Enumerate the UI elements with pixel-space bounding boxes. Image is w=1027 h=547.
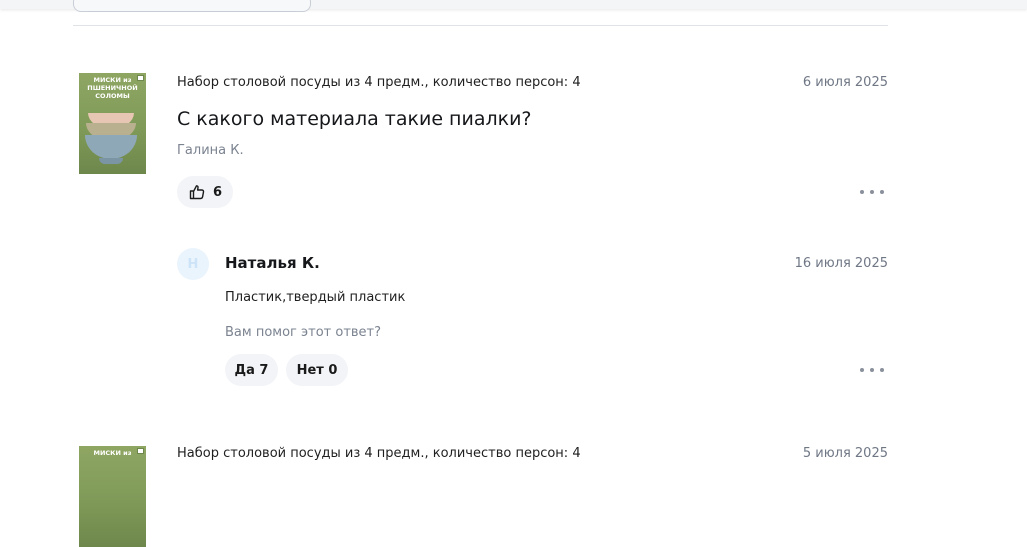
thumbnail-caption: МИСКИ из ПШЕНИЧНОЙ СОЛОМЫ bbox=[87, 76, 138, 100]
answer-author: Наталья К. bbox=[225, 254, 320, 272]
product-name-link[interactable]: Набор столовой посуды из 4 предм., колич… bbox=[177, 446, 581, 461]
answer-text: Пластик,твердый пластик bbox=[225, 290, 406, 305]
product-thumbnail[interactable]: МИСКИ из ПШЕНИЧНОЙ СОЛОМЫ bbox=[79, 73, 146, 174]
like-count: 6 bbox=[213, 184, 223, 200]
question-date: 5 июля 2025 bbox=[802, 446, 888, 461]
question-author: Галина К. bbox=[177, 143, 244, 158]
like-button[interactable]: 6 bbox=[177, 176, 233, 208]
more-dots-icon[interactable] bbox=[860, 184, 884, 200]
avatar: Н bbox=[177, 248, 209, 280]
vote-yes-button[interactable]: Да 7 bbox=[225, 354, 278, 386]
search-field[interactable] bbox=[73, 0, 311, 12]
bowl-image bbox=[85, 135, 137, 159]
bowl-image bbox=[99, 158, 123, 164]
thumbs-up-icon bbox=[189, 184, 205, 200]
product-name-link[interactable]: Набор столовой посуды из 4 предм., колич… bbox=[177, 75, 581, 90]
vote-no-button[interactable]: Нет 0 bbox=[286, 354, 348, 386]
helpful-prompt: Вам помог этот ответ? bbox=[225, 325, 382, 340]
divider bbox=[73, 25, 888, 26]
answer-date: 16 июля 2025 bbox=[794, 256, 888, 271]
top-panel bbox=[0, 0, 1027, 12]
question-text: С какого материала такие пиалки? bbox=[177, 108, 532, 130]
thumbnail-caption: МИСКИ из bbox=[93, 449, 132, 457]
question-date: 6 июля 2025 bbox=[802, 75, 888, 90]
more-dots-icon[interactable] bbox=[860, 362, 884, 378]
product-thumbnail[interactable]: МИСКИ из bbox=[79, 446, 146, 547]
